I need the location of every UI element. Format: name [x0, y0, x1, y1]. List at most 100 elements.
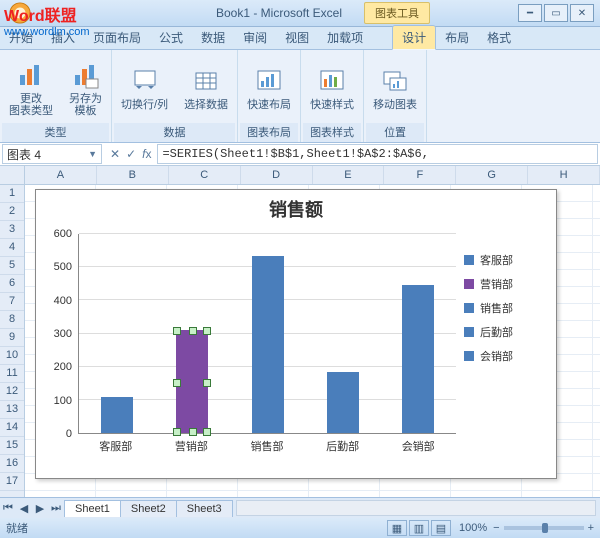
row-header-12[interactable]: 12	[0, 383, 24, 401]
selection-handle[interactable]	[203, 379, 211, 387]
fx-icon[interactable]: fx	[142, 147, 151, 161]
sheet-nav-prev[interactable]: ◀	[16, 502, 32, 515]
row-header-8[interactable]: 8	[0, 311, 24, 329]
tab-数据[interactable]: 数据	[192, 26, 234, 49]
row-header-10[interactable]: 10	[0, 347, 24, 365]
tab-视图[interactable]: 视图	[276, 26, 318, 49]
selection-handle[interactable]	[173, 327, 181, 335]
x-label-会销部: 会销部	[402, 438, 435, 454]
maximize-button[interactable]: ▭	[544, 4, 568, 22]
save-as-template-button[interactable]: 另存为 模板	[62, 56, 109, 120]
legend-item-营销部[interactable]: 营销部	[464, 276, 550, 292]
change-chart-type-button[interactable]: 更改 图表类型	[2, 56, 60, 120]
bar-chart-icon	[15, 59, 47, 91]
row-header-3[interactable]: 3	[0, 221, 24, 239]
selection-handle[interactable]	[203, 428, 211, 436]
sheet-nav-next[interactable]: ▶	[32, 502, 48, 515]
tab-公式[interactable]: 公式	[150, 26, 192, 49]
col-header-H[interactable]: H	[528, 166, 600, 184]
sheet-nav-last[interactable]: ⏭	[48, 502, 64, 515]
y-axis: 0100200300400500600	[46, 234, 74, 434]
legend-item-销售部[interactable]: 销售部	[464, 300, 550, 316]
ribbon-group-chart-layout: 快速布局 图表布局	[238, 50, 301, 142]
office-button[interactable]	[0, 0, 40, 26]
formula-input[interactable]: =SERIES(Sheet1!$B$1,Sheet1!$A$2:$A$6,	[157, 144, 598, 164]
selection-handle[interactable]	[173, 428, 181, 436]
chart-bar-客服部[interactable]	[101, 397, 133, 433]
row-header-5[interactable]: 5	[0, 257, 24, 275]
sheet-tab-Sheet1[interactable]: Sheet1	[64, 500, 121, 517]
sheet-nav-first[interactable]: ⏮	[0, 502, 16, 515]
zoom-slider[interactable]	[504, 526, 584, 530]
row-header-14[interactable]: 14	[0, 419, 24, 437]
enter-icon[interactable]: ✓	[126, 147, 136, 161]
row-header-15[interactable]: 15	[0, 437, 24, 455]
chart-bar-会销部[interactable]	[402, 285, 434, 433]
context-tab-设计[interactable]: 设计	[392, 25, 436, 50]
cells-area[interactable]: 销售额 0100200300400500600 客服部营销部销售部后勤部会销部 …	[25, 185, 600, 497]
col-header-D[interactable]: D	[241, 166, 313, 184]
selection-handle[interactable]	[189, 428, 197, 436]
selection-handle[interactable]	[203, 327, 211, 335]
horizontal-scrollbar[interactable]	[236, 500, 596, 516]
chevron-down-icon[interactable]: ▼	[88, 149, 97, 159]
tab-加载项[interactable]: 加载项	[318, 26, 372, 49]
context-tab-格式[interactable]: 格式	[478, 26, 520, 49]
zoom-in-button[interactable]: +	[588, 522, 594, 534]
legend-item-客服部[interactable]: 客服部	[464, 252, 550, 268]
chart-bar-营销部[interactable]	[176, 330, 208, 433]
chart-bar-销售部[interactable]	[252, 256, 284, 433]
tab-审阅[interactable]: 审阅	[234, 26, 276, 49]
legend-swatch	[464, 255, 474, 265]
row-header-16[interactable]: 16	[0, 455, 24, 473]
template-icon	[70, 59, 102, 91]
legend-item-会销部[interactable]: 会销部	[464, 348, 550, 364]
row-header-6[interactable]: 6	[0, 275, 24, 293]
close-button[interactable]: ✕	[570, 4, 594, 22]
chart-object[interactable]: 销售额 0100200300400500600 客服部营销部销售部后勤部会销部 …	[35, 189, 557, 479]
move-chart-button[interactable]: 移动图表	[366, 62, 424, 114]
col-header-F[interactable]: F	[384, 166, 456, 184]
cancel-icon[interactable]: ✕	[110, 147, 120, 161]
selection-handle[interactable]	[189, 327, 197, 335]
quick-style-button[interactable]: 快速样式	[303, 62, 361, 114]
row-header-17[interactable]: 17	[0, 473, 24, 491]
row-header-2[interactable]: 2	[0, 203, 24, 221]
switch-row-col-button[interactable]: 切换行/列	[114, 62, 175, 114]
quick-layout-button[interactable]: 快速布局	[240, 62, 298, 114]
legend-item-后勤部[interactable]: 后勤部	[464, 324, 550, 340]
row-header-7[interactable]: 7	[0, 293, 24, 311]
tab-页面布局[interactable]: 页面布局	[84, 26, 150, 49]
chart-title[interactable]: 销售额	[36, 190, 556, 224]
select-data-button[interactable]: 选择数据	[177, 62, 235, 114]
chart-bar-后勤部[interactable]	[327, 372, 359, 433]
group-label: 图表样式	[303, 123, 361, 142]
zoom-level[interactable]: 100%	[459, 522, 487, 534]
chart-legend[interactable]: 客服部营销部销售部后勤部会销部	[464, 224, 556, 462]
tab-插入[interactable]: 插入	[42, 26, 84, 49]
selection-handle[interactable]	[173, 379, 181, 387]
sheet-tab-Sheet2[interactable]: Sheet2	[120, 500, 177, 517]
zoom-out-button[interactable]: −	[493, 522, 499, 534]
minimize-button[interactable]: ━	[518, 4, 542, 22]
row-header-1[interactable]: 1	[0, 185, 24, 203]
col-header-A[interactable]: A	[25, 166, 97, 184]
row-header-11[interactable]: 11	[0, 365, 24, 383]
col-header-E[interactable]: E	[313, 166, 385, 184]
switch-icon	[129, 65, 161, 97]
plot-area[interactable]: 0100200300400500600 客服部营销部销售部后勤部会销部	[46, 228, 460, 458]
name-box[interactable]: 图表 4 ▼	[2, 144, 102, 164]
col-header-C[interactable]: C	[169, 166, 241, 184]
legend-swatch	[464, 327, 474, 337]
col-header-B[interactable]: B	[97, 166, 169, 184]
worksheet-grid[interactable]: 1234567891011121314151617 销售额 0100200300…	[0, 185, 600, 497]
tab-开始[interactable]: 开始	[0, 26, 42, 49]
sheet-tab-Sheet3[interactable]: Sheet3	[176, 500, 233, 517]
row-header-4[interactable]: 4	[0, 239, 24, 257]
row-header-9[interactable]: 9	[0, 329, 24, 347]
select-all-corner[interactable]	[0, 166, 25, 185]
plot-inner[interactable]	[78, 234, 456, 434]
row-header-13[interactable]: 13	[0, 401, 24, 419]
context-tab-布局[interactable]: 布局	[436, 26, 478, 49]
col-header-G[interactable]: G	[456, 166, 528, 184]
